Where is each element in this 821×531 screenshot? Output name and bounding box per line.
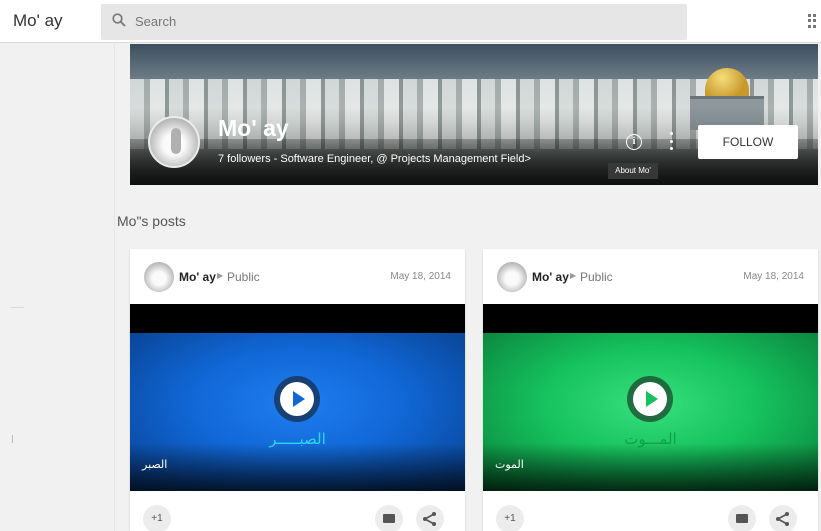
avatar[interactable]: [144, 262, 174, 292]
post-card: Mo' ay ▶ Public May 18, 2014 المـــوت ال…: [483, 249, 818, 531]
more-vert-icon[interactable]: [670, 132, 674, 150]
post-date[interactable]: May 18, 2014: [743, 271, 804, 282]
top-bar: Mo' ay: [0, 0, 821, 43]
post-author[interactable]: Mo' ay: [179, 270, 216, 284]
chevron-right-icon: ▶: [570, 271, 577, 280]
avatar[interactable]: [497, 262, 527, 292]
divider: [12, 435, 13, 443]
about-tooltip: About Mo': [608, 163, 658, 179]
comment-icon[interactable]: [375, 505, 403, 531]
info-icon[interactable]: i: [626, 134, 642, 150]
post-card: Mo' ay ▶ Public May 18, 2014 الصبـــــر …: [130, 249, 465, 531]
play-icon[interactable]: [274, 376, 320, 422]
post-author[interactable]: Mo' ay: [532, 270, 569, 284]
divider: [10, 307, 24, 308]
share-icon[interactable]: [769, 505, 797, 531]
search-bar[interactable]: [101, 4, 687, 40]
comment-icon[interactable]: [728, 505, 756, 531]
video-caption: الموت: [495, 458, 524, 471]
video-thumbnail[interactable]: المـــوت الموت: [483, 304, 818, 491]
post-visibility[interactable]: Public: [227, 270, 260, 284]
plus-one-button[interactable]: +1: [143, 505, 171, 531]
app-title[interactable]: Mo' ay: [13, 11, 63, 31]
post-visibility[interactable]: Public: [580, 270, 613, 284]
share-icon[interactable]: [416, 505, 444, 531]
profile-tagline: 7 followers - Software Engineer, @ Proje…: [218, 153, 531, 165]
profile-cover: Mo' ay 7 followers - Software Engineer, …: [130, 44, 818, 185]
apps-grid-icon[interactable]: [808, 14, 818, 28]
profile-avatar[interactable]: [148, 116, 200, 168]
post-date[interactable]: May 18, 2014: [390, 271, 451, 282]
left-rail: [0, 44, 115, 531]
play-icon[interactable]: [627, 376, 673, 422]
video-thumbnail[interactable]: الصبـــــر الصبر: [130, 304, 465, 491]
chevron-right-icon: ▶: [217, 271, 224, 280]
follow-button[interactable]: FOLLOW: [698, 125, 798, 159]
section-title: Mo"s posts: [117, 213, 186, 229]
search-input[interactable]: [135, 10, 675, 32]
plus-one-button[interactable]: +1: [496, 505, 524, 531]
video-caption: الصبر: [142, 458, 168, 471]
search-icon[interactable]: [112, 13, 126, 27]
profile-name: Mo' ay: [218, 115, 289, 141]
